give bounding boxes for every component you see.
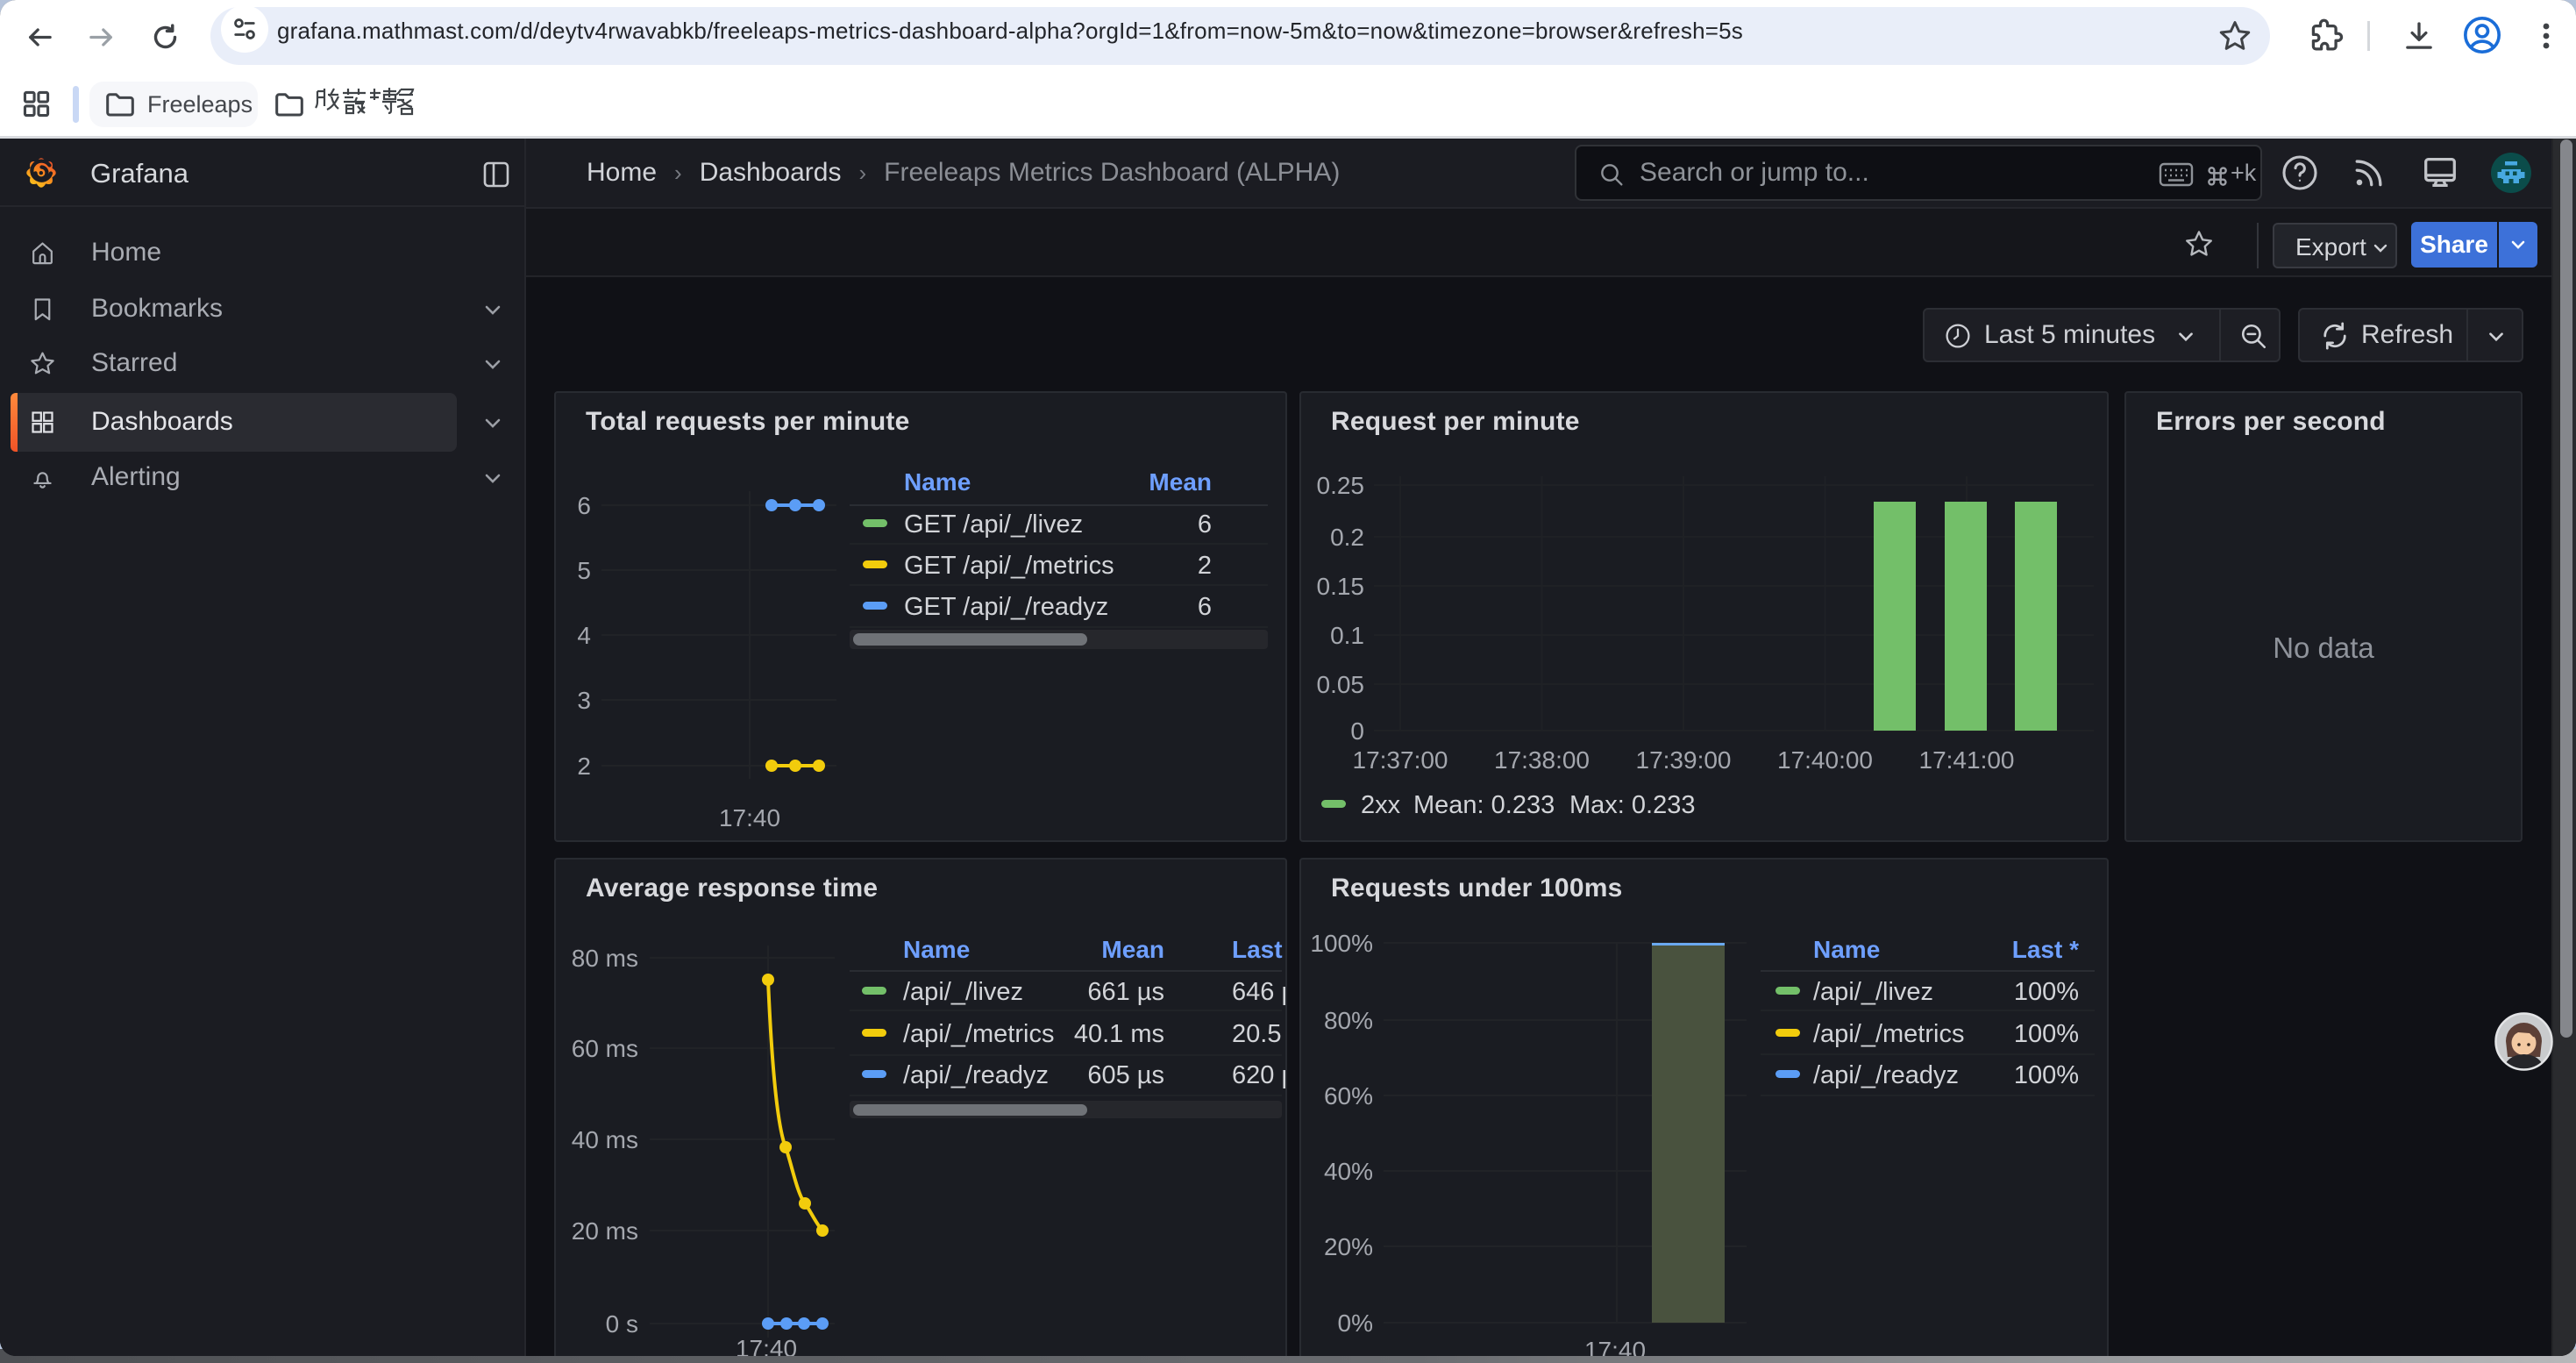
svg-text:Name: Name: [903, 936, 970, 963]
svg-text:Mean: Mean: [1149, 468, 1212, 496]
svg-text:Last *: Last *: [2012, 936, 2079, 963]
svg-text:17:40:00: 17:40:00: [1777, 746, 1873, 774]
svg-text:20 ms: 20 ms: [572, 1217, 638, 1245]
svg-text:17:40: 17:40: [719, 804, 780, 831]
svg-text:/api/_/readyz: /api/_/readyz: [903, 1061, 1049, 1089]
svg-text:GET /api/_/readyz: GET /api/_/readyz: [904, 593, 1108, 621]
svg-text:0.15: 0.15: [1317, 573, 1365, 600]
svg-text:0.1: 0.1: [1330, 622, 1364, 649]
svg-text:6: 6: [1198, 510, 1212, 539]
svg-text:605 µs: 605 µs: [1087, 1061, 1164, 1089]
svg-text:6: 6: [1198, 593, 1212, 621]
svg-text:17:37:00: 17:37:00: [1353, 746, 1448, 774]
svg-text:100%: 100%: [2014, 1061, 2079, 1089]
svg-text:6: 6: [577, 492, 591, 519]
svg-text:3: 3: [577, 687, 591, 714]
svg-text:2xx: 2xx: [1361, 791, 1401, 819]
svg-text:100%: 100%: [2014, 978, 2079, 1006]
svg-text:GET /api/_/livez: GET /api/_/livez: [904, 510, 1083, 539]
svg-text:60%: 60%: [1324, 1082, 1373, 1110]
svg-text:20.5 ms: 20.5 ms: [1232, 1020, 1285, 1048]
svg-text:80%: 80%: [1324, 1007, 1373, 1034]
svg-text:0.05: 0.05: [1317, 671, 1365, 698]
svg-text:0: 0: [1350, 717, 1364, 745]
svg-text:/api/_/metrics: /api/_/metrics: [1813, 1020, 1964, 1048]
svg-text:/api/_/livez: /api/_/livez: [1813, 978, 1933, 1006]
svg-text:GET /api/_/metrics: GET /api/_/metrics: [904, 552, 1114, 580]
svg-text:40 ms: 40 ms: [572, 1126, 638, 1153]
svg-text:620 µs: 620 µs: [1232, 1061, 1285, 1089]
svg-text:80 ms: 80 ms: [572, 945, 638, 972]
svg-text:646 µs: 646 µs: [1232, 978, 1285, 1006]
svg-text:20%: 20%: [1324, 1233, 1373, 1260]
svg-text:661 µs: 661 µs: [1087, 978, 1164, 1006]
svg-text:/api/_/livez: /api/_/livez: [903, 978, 1023, 1006]
svg-text:17:40: 17:40: [736, 1335, 797, 1356]
svg-text:17:41:00: 17:41:00: [1919, 746, 2015, 774]
svg-text:17:38:00: 17:38:00: [1494, 746, 1590, 774]
svg-text:60 ms: 60 ms: [572, 1035, 638, 1062]
svg-text:0.25: 0.25: [1317, 472, 1365, 499]
svg-text:100%: 100%: [2014, 1020, 2079, 1048]
svg-text:5: 5: [577, 557, 591, 584]
svg-text:2: 2: [577, 753, 591, 780]
svg-text:Max: 0.233: Max: 0.233: [1569, 791, 1695, 819]
svg-text:Mean: Mean: [1101, 936, 1164, 963]
svg-text:0%: 0%: [1338, 1309, 1373, 1337]
svg-text:4: 4: [577, 622, 591, 649]
svg-text:Mean: 0.233: Mean: 0.233: [1413, 791, 1555, 819]
svg-text:40%: 40%: [1324, 1158, 1373, 1185]
svg-text:0.2: 0.2: [1330, 524, 1364, 551]
svg-text:2: 2: [1198, 552, 1212, 580]
svg-text:Name: Name: [1813, 936, 1880, 963]
svg-text:17:40: 17:40: [1584, 1337, 1646, 1356]
svg-text:40.1 ms: 40.1 ms: [1074, 1020, 1164, 1048]
svg-text:/api/_/metrics: /api/_/metrics: [903, 1020, 1054, 1048]
svg-text:/api/_/readyz: /api/_/readyz: [1813, 1061, 1959, 1089]
svg-text:0 s: 0 s: [606, 1310, 638, 1338]
svg-text:Last *: Last *: [1232, 936, 1285, 963]
svg-text:Name: Name: [904, 468, 971, 496]
svg-text:17:39:00: 17:39:00: [1636, 746, 1732, 774]
svg-text:100%: 100%: [1310, 930, 1373, 957]
